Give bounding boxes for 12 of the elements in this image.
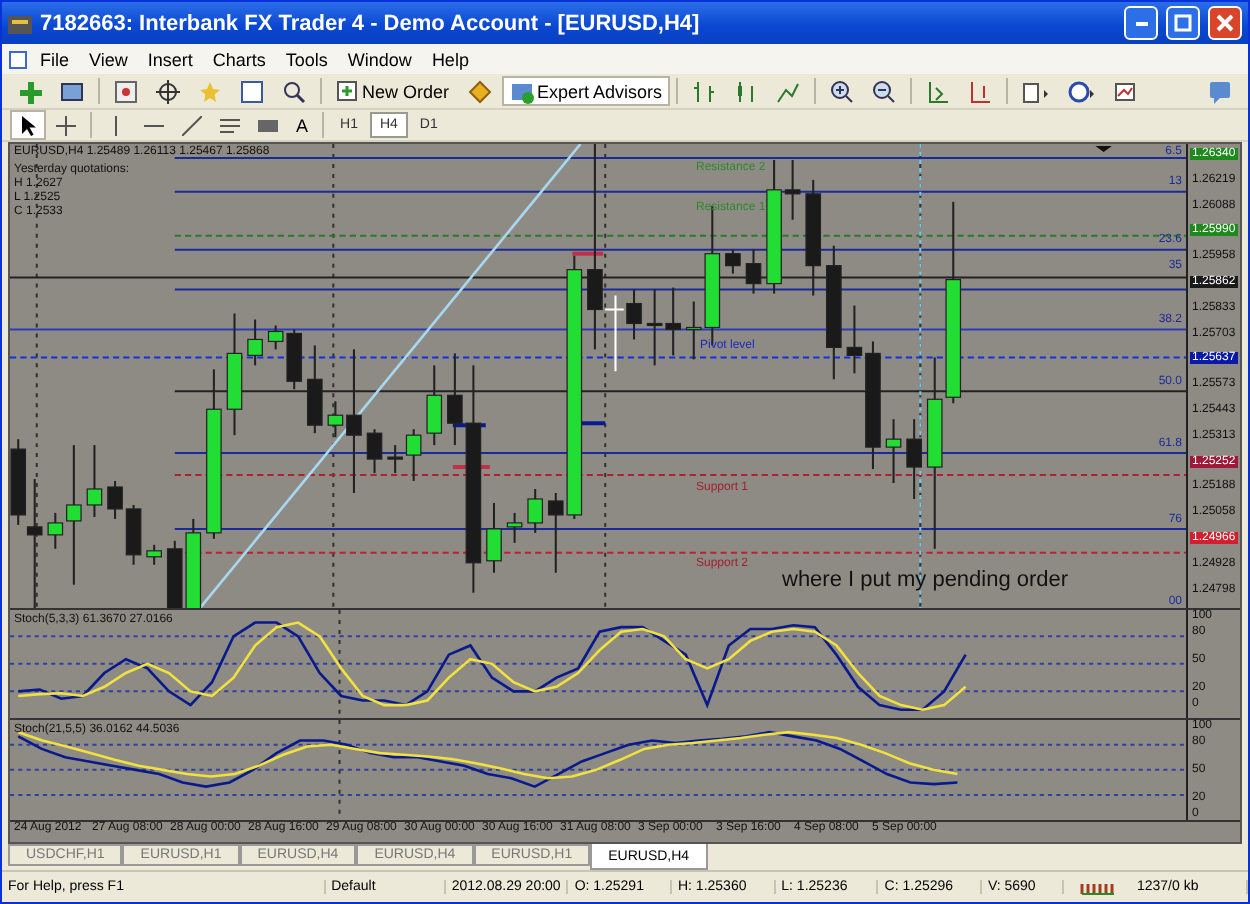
menu-item[interactable]: Tools (277, 49, 336, 69)
expert-advisors-button[interactable]: Expert Advisors (501, 76, 671, 106)
annotation-text: where I put my pending order (782, 568, 1069, 592)
menu-item[interactable]: View (81, 49, 136, 69)
menu-item[interactable]: File (32, 49, 78, 69)
text-tool-button[interactable]: A (288, 110, 317, 140)
menu-item[interactable]: Help (423, 49, 477, 69)
new-order-button[interactable]: New Order (328, 76, 458, 106)
window-title: 7182663: Interbank FX Trader 4 - Demo Account - [EURUSD,H4] (40, 11, 702, 35)
menu-item[interactable]: Insert (139, 49, 201, 69)
menu-item[interactable]: Window (339, 49, 420, 69)
menu-item[interactable]: Charts (204, 49, 274, 69)
